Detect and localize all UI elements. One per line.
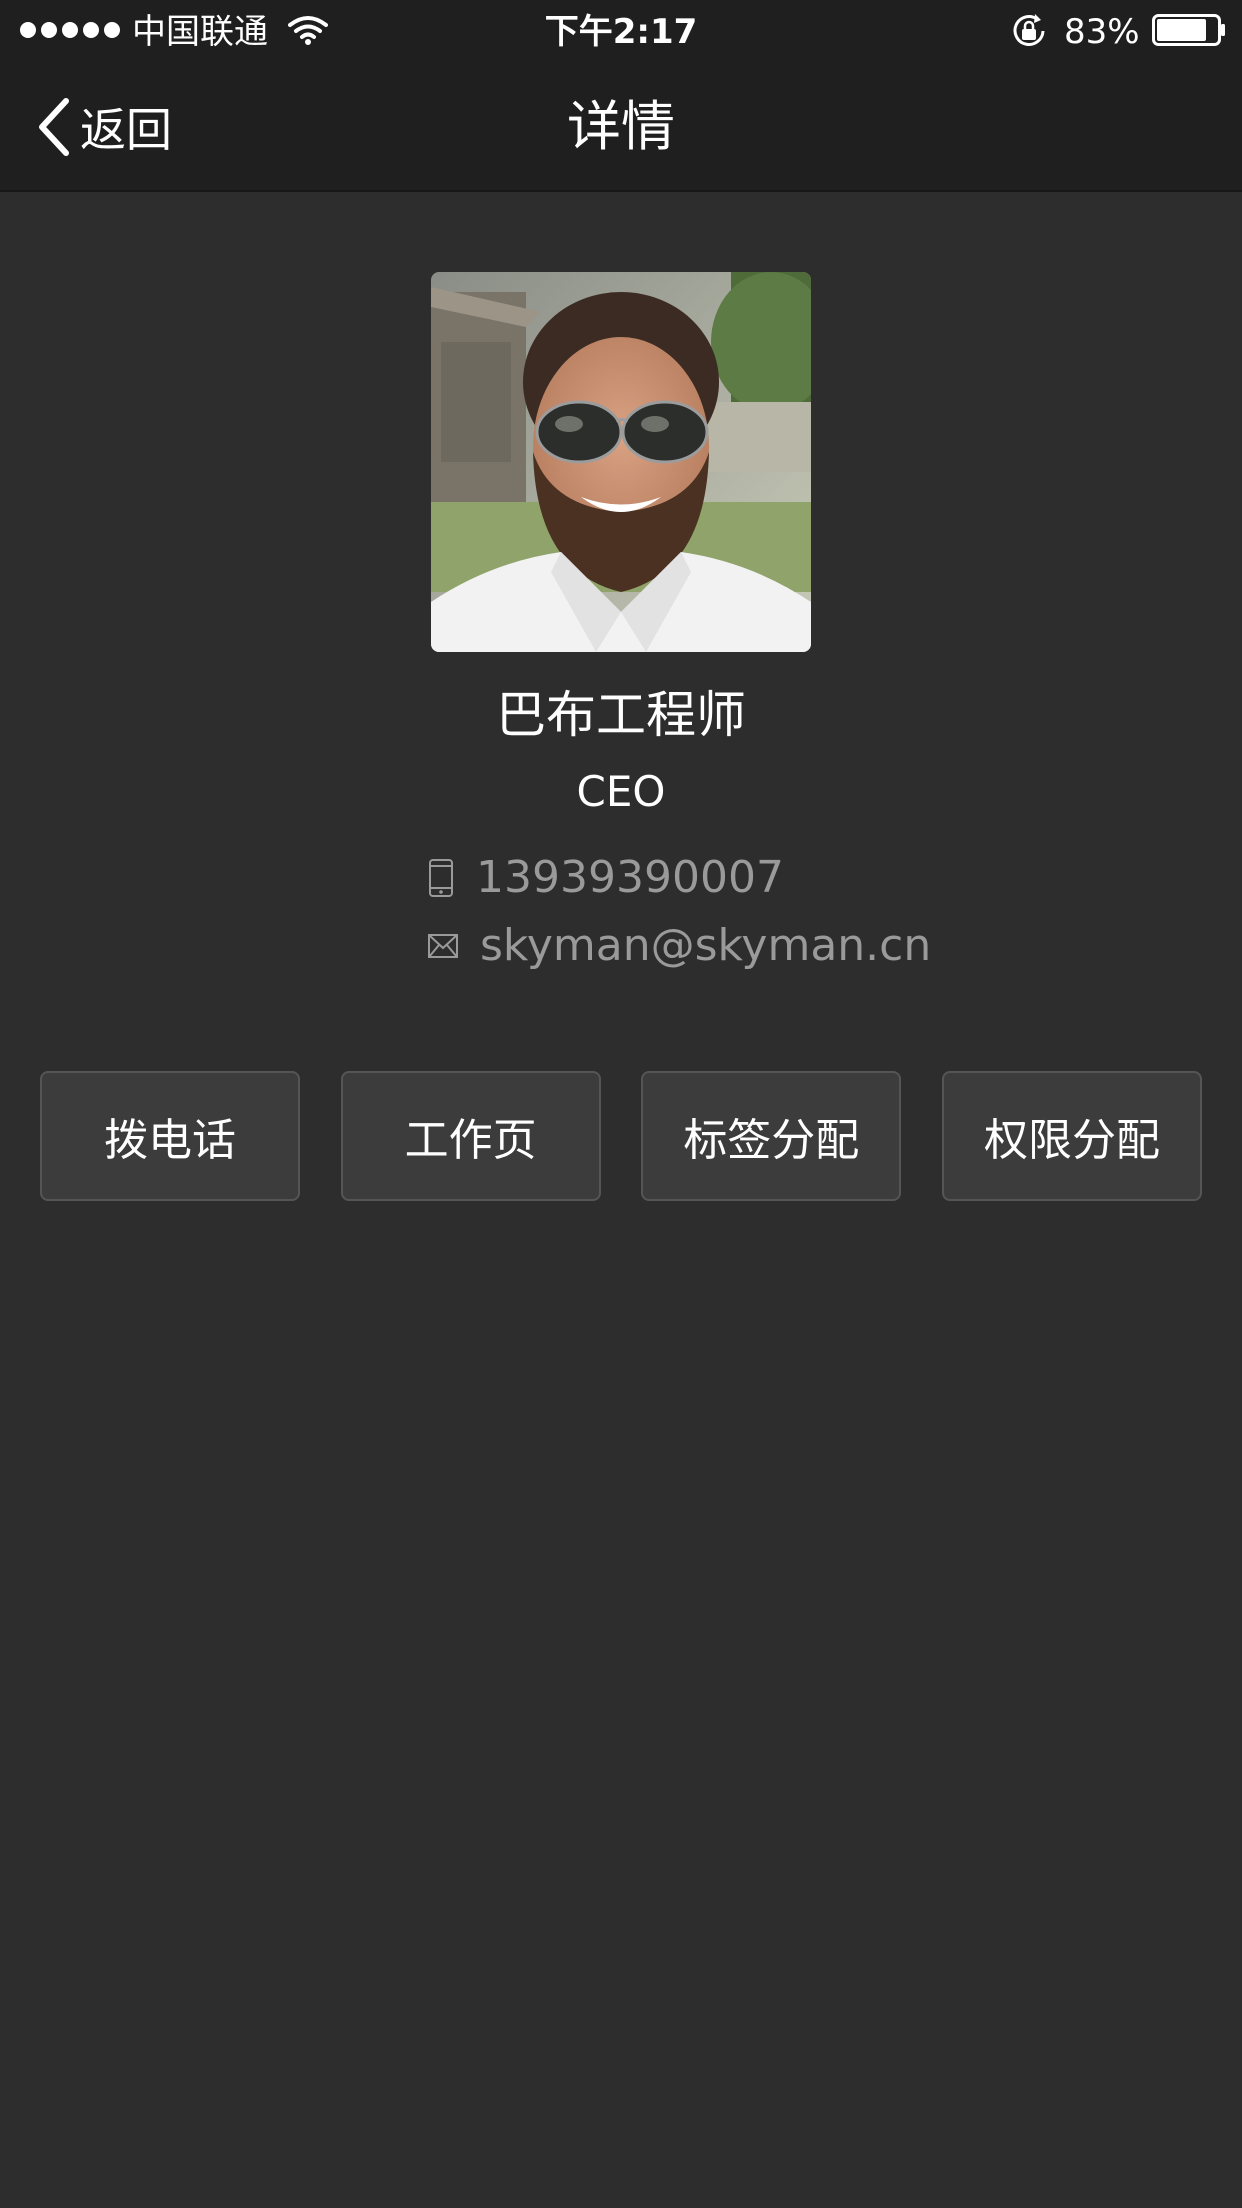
battery-percent: 83% bbox=[1064, 12, 1140, 52]
email-address: skyman@skyman.cn bbox=[480, 920, 932, 971]
assign-tags-button[interactable]: 标签分配 bbox=[641, 1071, 902, 1201]
action-buttons: 拨电话 工作页 标签分配 权限分配 bbox=[40, 1071, 1202, 1203]
email-row[interactable]: skyman@skyman.cn bbox=[428, 916, 931, 976]
status-bar: 中国联通 下午2:17 83% bbox=[0, 0, 1242, 64]
profile-job-title: CEO bbox=[576, 767, 666, 816]
battery-icon bbox=[1152, 14, 1225, 46]
mail-icon bbox=[428, 934, 458, 958]
assign-permissions-button[interactable]: 权限分配 bbox=[941, 1071, 1202, 1201]
rotation-lock-icon bbox=[1013, 14, 1045, 46]
phone-number: 13939390007 bbox=[476, 852, 784, 903]
phone-icon bbox=[429, 859, 453, 897]
work-page-button[interactable]: 工作页 bbox=[340, 1071, 601, 1201]
call-button[interactable]: 拨电话 bbox=[40, 1071, 300, 1201]
status-time: 下午2:17 bbox=[544, 12, 698, 52]
avatar bbox=[431, 272, 811, 652]
nav-bar: 返回 详情 bbox=[0, 64, 1242, 192]
phone-row[interactable]: 13939390007 bbox=[428, 848, 784, 908]
page-title: 详情 bbox=[567, 95, 675, 158]
profile-name: 巴布工程师 bbox=[496, 686, 746, 744]
